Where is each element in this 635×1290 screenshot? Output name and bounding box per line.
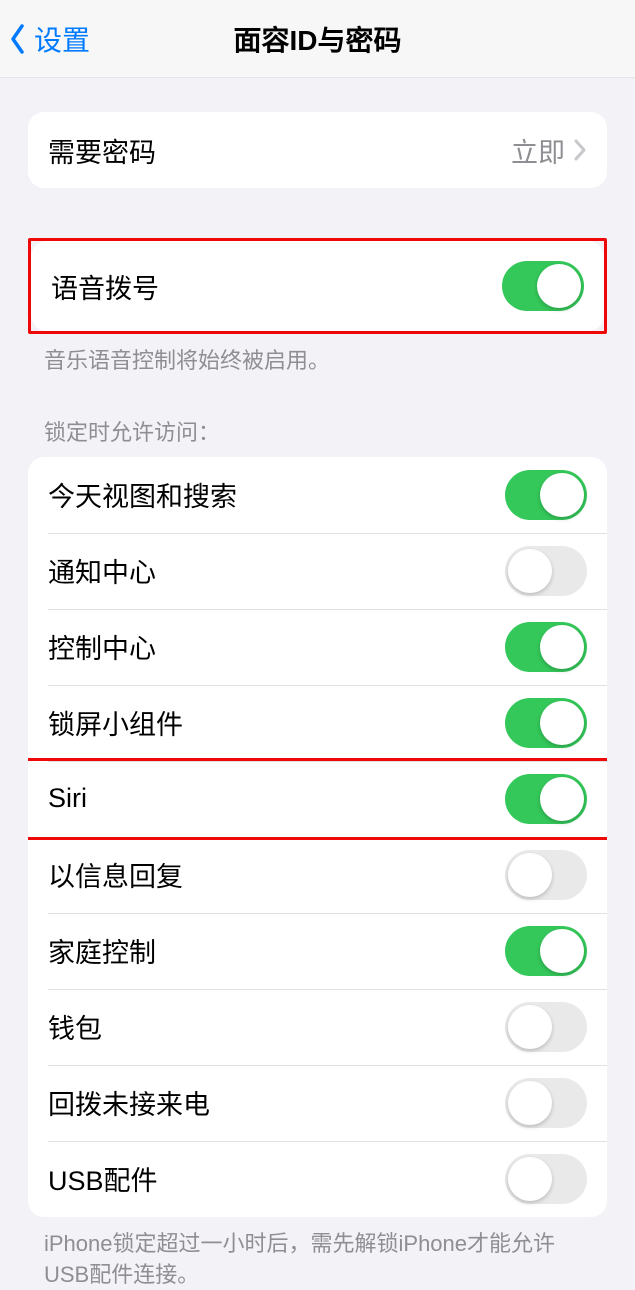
back-label: 设置 [34,19,90,59]
lock-access-toggle[interactable] [505,774,587,824]
lock-access-toggle[interactable] [505,698,587,748]
lock-access-label: 钱包 [48,1007,102,1046]
toggle-knob [540,777,584,821]
voice-dial-footer: 音乐语音控制将始终被启用。 [44,346,591,377]
lock-access-label: 家庭控制 [48,931,156,970]
page-title: 面容ID与密码 [233,19,401,59]
lock-access-row: 家庭控制 [28,913,607,989]
lock-access-label: 锁屏小组件 [48,703,183,742]
lock-access-row: 今天视图和搜索 [28,457,607,533]
toggle-knob [508,1005,552,1049]
toggle-knob [540,473,584,517]
voice-dial-highlight: 语音拨号 [28,238,607,334]
require-passcode-value-text: 立即 [511,131,565,170]
toggle-knob [540,929,584,973]
lock-access-toggle[interactable] [505,546,587,596]
lock-access-toggle[interactable] [505,622,587,672]
toggle-knob [508,1157,552,1201]
toggle-knob [540,625,584,669]
lock-access-toggle[interactable] [505,1154,587,1204]
lock-access-label: 回拨未接来电 [48,1083,210,1122]
lock-access-label: 今天视图和搜索 [48,475,237,514]
lock-access-toggle[interactable] [505,470,587,520]
toggle-knob [508,853,552,897]
lock-access-row: 控制中心 [28,609,607,685]
lock-access-label: 以信息回复 [48,855,183,894]
voice-dial-toggle[interactable] [502,261,584,311]
voice-dial-row: 语音拨号 [31,241,604,331]
lock-access-label: 控制中心 [48,627,156,666]
require-passcode-value: 立即 [511,131,587,170]
lock-access-row: 通知中心 [28,533,607,609]
chevron-right-icon [573,138,587,162]
require-passcode-group: 需要密码 立即 [28,112,607,188]
lock-access-header: 锁定时允许访问： [44,415,591,447]
lock-access-row: Siri [28,761,607,837]
back-button[interactable]: 设置 [0,19,90,59]
lock-access-label: 通知中心 [48,551,156,590]
lock-access-row: USB配件 [28,1141,607,1217]
require-passcode-row[interactable]: 需要密码 立即 [28,112,607,188]
toggle-knob [537,264,581,308]
lock-access-footer: iPhone锁定超过一小时后，需先解锁iPhone才能允许USB配件连接。 [44,1229,591,1290]
lock-access-label: USB配件 [48,1159,158,1198]
lock-access-row: 锁屏小组件 [28,685,607,761]
require-passcode-label: 需要密码 [48,131,156,170]
chevron-left-icon [8,22,28,56]
navigation-bar: 设置 面容ID与密码 [0,0,635,78]
toggle-knob [508,549,552,593]
voice-dial-label: 语音拨号 [51,267,159,306]
lock-access-label: Siri [48,783,87,814]
lock-access-row: 回拨未接来电 [28,1065,607,1141]
lock-access-row: 以信息回复 [28,837,607,913]
lock-access-toggle[interactable] [505,850,587,900]
toggle-knob [508,1081,552,1125]
lock-access-toggle[interactable] [505,1002,587,1052]
lock-access-toggle[interactable] [505,926,587,976]
lock-access-toggle[interactable] [505,1078,587,1128]
lock-access-row: 钱包 [28,989,607,1065]
toggle-knob [540,701,584,745]
lock-access-group: 今天视图和搜索通知中心控制中心锁屏小组件 Siri 以信息回复家庭控制钱包回拨未接来… [28,457,607,1217]
